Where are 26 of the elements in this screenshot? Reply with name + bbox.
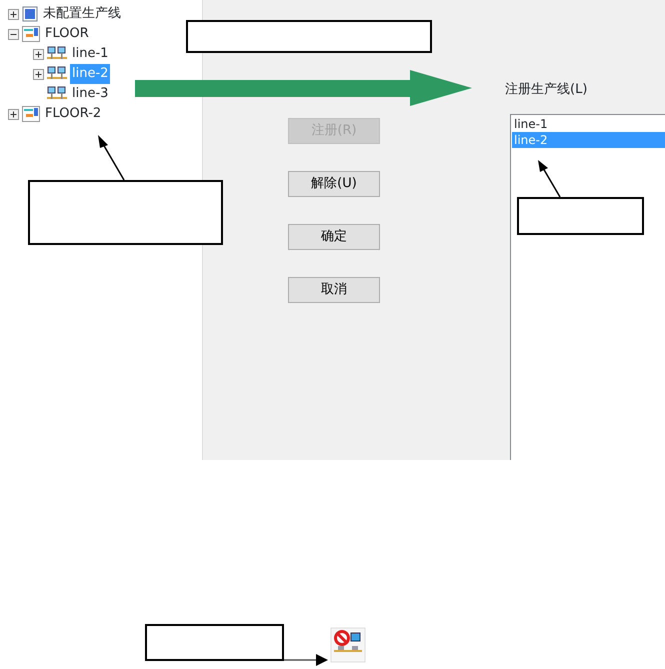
tree-item[interactable]: line-1 xyxy=(70,44,110,64)
list-label: 注册生产线(L) xyxy=(505,81,588,99)
tree-item[interactable]: FLOOR-2 xyxy=(43,104,104,124)
tree-item[interactable]: FLOOR xyxy=(43,24,91,44)
expand-icon[interactable] xyxy=(33,48,44,60)
network-icon xyxy=(47,86,67,102)
grid-icon xyxy=(22,26,40,42)
pointer-arrow xyxy=(98,135,125,180)
cube-icon xyxy=(22,6,38,22)
grid-icon xyxy=(22,106,40,122)
list-item[interactable]: line-1 xyxy=(512,116,665,132)
network-icon xyxy=(47,46,67,62)
blocked-network-icon xyxy=(330,628,366,662)
tree-item[interactable]: line-3 xyxy=(70,84,110,104)
dialog-button[interactable]: 确定 xyxy=(288,224,380,250)
collapse-icon[interactable] xyxy=(8,28,19,40)
expand-icon[interactable] xyxy=(8,8,19,20)
pointer-arrow xyxy=(284,654,328,666)
list-box[interactable]: line-1 line-2 xyxy=(510,114,665,460)
tree-item[interactable]: 未配置生产线 xyxy=(41,4,123,24)
network-icon xyxy=(47,66,67,82)
dialog-button[interactable]: 解除(U) xyxy=(288,171,380,197)
expand-icon[interactable] xyxy=(33,68,44,80)
pointer-arrow xyxy=(538,160,561,198)
expand-icon[interactable] xyxy=(8,108,19,120)
dialog-button[interactable]: 取消 xyxy=(288,277,380,303)
